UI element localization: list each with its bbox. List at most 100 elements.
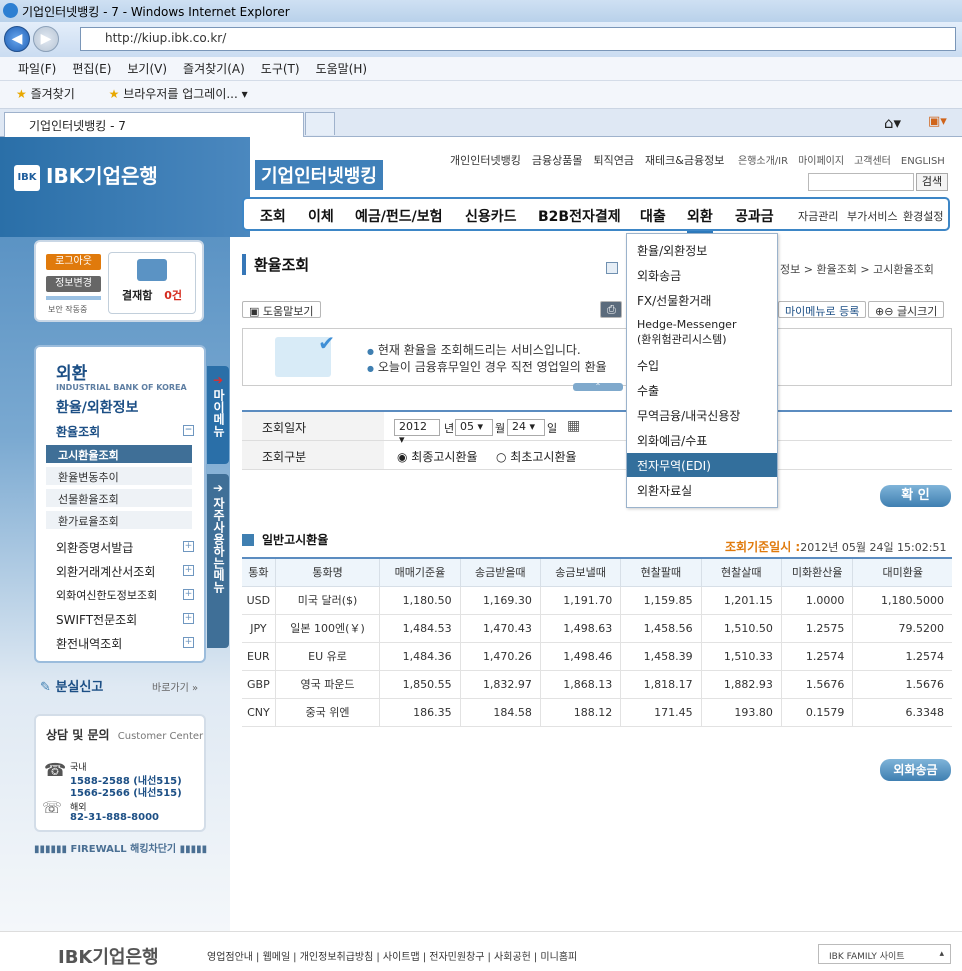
util-link-english[interactable]: ENGLISH xyxy=(901,156,945,167)
footer-link-branch[interactable]: 영업점안내 xyxy=(207,952,253,963)
home-small-icon[interactable] xyxy=(606,262,618,274)
menu-swift[interactable]: SWIFT전문조회 + xyxy=(44,611,194,628)
menu-statement[interactable]: 외환거래계산서조회 + xyxy=(44,563,194,580)
table-cell: 0.1579 xyxy=(780,697,854,727)
gnb-deposit[interactable]: 예금/펀드/보험 xyxy=(355,206,443,226)
top-link-finance-info[interactable]: 재테크&금융정보 xyxy=(645,154,724,167)
menu-edit[interactable]: 편집(E) xyxy=(64,57,119,80)
radio-first[interactable]: ○ 최초고시환율 xyxy=(496,448,577,465)
table-row: GBP 영국 파운드 1,850.55 1,832.97 1,868.13 1,818.1… xyxy=(242,669,952,699)
month-select[interactable]: 05 ▾ xyxy=(455,419,493,436)
firewall-link[interactable]: ▮▮▮▮▮▮ FIREWALL 해킹차단기 ▮▮▮▮▮ xyxy=(34,840,207,855)
util-link-mypage[interactable]: 마이페이지 xyxy=(798,156,844,167)
table-cell: 186.35 xyxy=(379,697,461,727)
lost-report-link[interactable]: ✎ 분실신고 xyxy=(40,676,103,695)
gnb-extra[interactable]: 부가서비스 xyxy=(847,208,898,224)
browser-tab-active[interactable]: 기업인터넷뱅킹 - 7 xyxy=(4,112,304,137)
forward-icon[interactable]: ▶ xyxy=(33,26,59,52)
dd-hedge[interactable]: Hedge-Messenger (환위험관리시스템) xyxy=(627,318,777,347)
plus-icon[interactable]: + xyxy=(183,541,194,552)
add-favorite-icon[interactable]: ★ xyxy=(109,87,120,101)
dd-rate-info[interactable]: 환율/외환정보 xyxy=(627,242,777,259)
new-tab-button[interactable] xyxy=(305,112,335,135)
util-link-ir[interactable]: 은행소개/IR xyxy=(738,156,788,167)
confirm-button[interactable]: 확 인 xyxy=(880,485,951,507)
calendar-icon[interactable]: ▦ xyxy=(567,418,580,434)
dd-import[interactable]: 수입 xyxy=(627,357,777,374)
menu-favorites[interactable]: 즐겨찾기(A) xyxy=(175,57,253,80)
menu-rate-lookup[interactable]: 환율조회 − xyxy=(44,423,194,440)
footer-link-webmail[interactable]: 웹메일 xyxy=(263,952,291,963)
footer-link-civil[interactable]: 전자민원창구 xyxy=(429,952,484,963)
footer-link-social[interactable]: 사회공헌 xyxy=(494,952,531,963)
gnb-transfer[interactable]: 이체 xyxy=(308,206,334,226)
rss-icon[interactable]: ▣▾ xyxy=(928,114,947,129)
plus-icon[interactable]: + xyxy=(183,565,194,576)
footer-link-privacy[interactable]: 개인정보취급방침 xyxy=(300,952,374,963)
collapse-icon[interactable]: − xyxy=(183,425,194,436)
footer-link-sitemap[interactable]: 사이트맵 xyxy=(383,952,420,963)
gnb-loan[interactable]: 대출 xyxy=(640,206,666,226)
dd-fx-forward[interactable]: FX/선물환거래 xyxy=(627,292,777,309)
gnb-inquiry[interactable]: 조회 xyxy=(260,206,286,226)
dd-edi[interactable]: 전자무역(EDI) xyxy=(627,453,777,477)
menu-view[interactable]: 보기(V) xyxy=(119,57,175,80)
search-button[interactable]: 검색 xyxy=(916,173,948,191)
menu-file[interactable]: 파일(F) xyxy=(10,57,64,80)
add-mymenu-button[interactable]: 마이메뉴로 등록 xyxy=(778,301,867,318)
help-button[interactable]: ▣ 도움말보기 xyxy=(242,301,321,318)
menu-tools[interactable]: 도구(T) xyxy=(253,57,308,80)
menu-help[interactable]: 도움말(H) xyxy=(308,57,376,80)
top-link-products[interactable]: 금융상품몰 xyxy=(532,154,583,167)
top-link-personal[interactable]: 개인인터넷뱅킹 xyxy=(450,154,521,167)
gnb-card[interactable]: 신용카드 xyxy=(465,206,517,226)
radio-final[interactable]: ◉ 최종고시환율 xyxy=(397,448,478,465)
chevron-down-icon[interactable]: ▾ xyxy=(242,87,248,101)
footer-logo[interactable]: IBK기업은행 xyxy=(58,943,159,969)
favorites-button[interactable]: 즐겨찾기 xyxy=(31,87,75,101)
back-icon[interactable]: ◀ xyxy=(4,26,30,52)
dd-export[interactable]: 수출 xyxy=(627,382,777,399)
gnb-forex[interactable]: 외환 xyxy=(687,206,713,234)
day-select[interactable]: 24 ▾ xyxy=(507,419,545,436)
font-size-button[interactable]: ⊕⊖ 글시크기 xyxy=(868,301,945,318)
logout-button[interactable]: 로그아웃 xyxy=(46,254,101,270)
approval-box[interactable]: 결재함 0건 xyxy=(108,252,196,314)
collapse-toggle[interactable]: ⌃ xyxy=(573,383,623,391)
gnb-utility[interactable]: 공과금 xyxy=(735,206,774,226)
plus-icon[interactable]: + xyxy=(183,637,194,648)
plus-icon[interactable]: + xyxy=(183,613,194,624)
dd-fx-data[interactable]: 외환자료실 xyxy=(627,482,777,499)
family-site-select[interactable]: IBK FAMILY 사이트 ▴ xyxy=(818,944,951,964)
fav-item[interactable]: 브라우저를 업그레이... xyxy=(123,87,238,101)
menu-exchange-history[interactable]: 환전내역조회 + xyxy=(44,635,194,652)
dd-trade-finance[interactable]: 무역금융/내국신용장 xyxy=(627,407,777,424)
my-menu-tab[interactable]: ➔ 마이메뉴 xyxy=(207,366,229,464)
sub-notice-rate[interactable]: 고시환율조회 xyxy=(46,445,192,463)
table-cell: 1,458.56 xyxy=(620,613,702,643)
plus-icon[interactable]: + xyxy=(183,589,194,600)
year-select[interactable]: 2012 ▾ xyxy=(394,419,440,446)
sub-exchange-fee[interactable]: 환가료율조회 xyxy=(46,511,192,529)
gnb-settings[interactable]: 환경설정 xyxy=(903,208,943,224)
top-link-pension[interactable]: 퇴직연금 xyxy=(593,154,633,167)
url-input[interactable]: http://kiup.ibk.co.kr/ xyxy=(80,27,956,51)
sub-forward-rate[interactable]: 선물환율조회 xyxy=(46,489,192,507)
dd-fx-deposit[interactable]: 외화예금/수표 xyxy=(627,432,777,449)
gnb-b2b[interactable]: B2B전자결제 xyxy=(538,206,621,226)
home-icon[interactable]: ⌂▾ xyxy=(884,114,901,132)
freq-menu-tab[interactable]: ➔ 자주사용하는메뉴 xyxy=(207,474,229,648)
util-link-customer[interactable]: 고객센터 xyxy=(854,156,891,167)
search-input[interactable] xyxy=(808,173,914,191)
fx-send-button[interactable]: 외화송금 xyxy=(880,759,951,781)
print-icon[interactable]: ⎙ xyxy=(600,301,622,318)
shortcut-link[interactable]: 바로가기 » xyxy=(152,679,198,694)
menu-certificate[interactable]: 외환증명서발급 + xyxy=(44,539,194,556)
footer-link-minihompy[interactable]: 미니홈피 xyxy=(540,952,577,963)
menu-credit-limit[interactable]: 외화여신한도정보조회 + xyxy=(44,587,194,603)
sub-rate-trend[interactable]: 환율변동추이 xyxy=(46,467,192,485)
dd-fx-remit[interactable]: 외화송금 xyxy=(627,267,777,284)
ibk-logo[interactable]: IBK IBK기업은행 xyxy=(14,160,158,191)
info-change-button[interactable]: 정보변경 xyxy=(46,276,101,292)
gnb-fund-mgmt[interactable]: 자금관리 xyxy=(798,208,838,224)
